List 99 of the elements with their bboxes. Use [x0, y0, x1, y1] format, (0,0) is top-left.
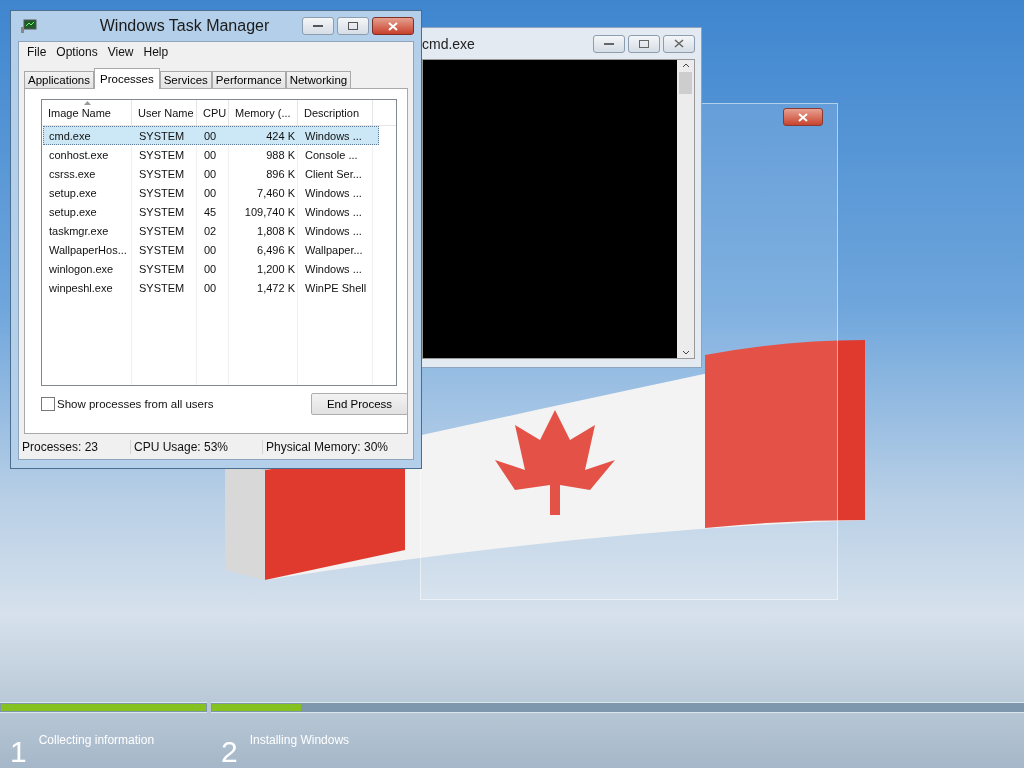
minimize-icon [313, 24, 323, 28]
table-cell-text: Wallpaper... [304, 243, 364, 256]
status-text: Physical Memory: 30% [265, 439, 390, 454]
checkbox[interactable] [41, 397, 55, 411]
table-cell-text: 00 [203, 148, 218, 161]
step-number: 2 [220, 734, 238, 767]
menu-item[interactable]: File [22, 45, 52, 59]
tab[interactable]: Services [159, 71, 212, 88]
table-cell-text: Windows ... [304, 129, 363, 142]
table-cell-text: 00 [203, 262, 218, 275]
close-button[interactable] [783, 108, 823, 126]
process-row[interactable]: csrss.exe SYSTEM 00 896 K Client Ser... [43, 164, 379, 183]
table-cell-text: 00 [203, 186, 218, 199]
step-label: Installing Windows [249, 733, 350, 747]
maximize-icon [639, 39, 649, 48]
table-cell-text: SYSTEM [138, 281, 186, 294]
step-label: Collecting information [38, 733, 155, 747]
table-cell-text: cmd.exe [48, 129, 92, 142]
process-row[interactable]: cmd.exe SYSTEM 00 424 K Windows ... [43, 126, 379, 145]
close-icon [798, 112, 808, 122]
maximize-icon [348, 22, 358, 30]
menu-item[interactable]: View [102, 45, 139, 59]
column-header[interactable]: Memory (... [229, 100, 298, 125]
table-cell-text: 00 [203, 281, 218, 294]
checkbox-label: Show processes from all users [57, 398, 214, 410]
table-cell-text: SYSTEM [138, 148, 186, 161]
column-header[interactable]: CPU [197, 100, 229, 125]
tab[interactable]: Performance [211, 71, 286, 88]
table-cell-text: 1,808 K [256, 224, 296, 237]
status-text: CPU Usage: 53% [131, 439, 263, 454]
close-icon [674, 39, 684, 48]
minimize-button[interactable] [302, 17, 334, 35]
table-cell-text: 45 [203, 205, 218, 218]
maximize-button[interactable] [628, 34, 660, 53]
table-cell-text: 988 K [265, 148, 296, 161]
close-button[interactable] [663, 34, 695, 53]
table-cell-text: winlogon.exe [48, 262, 115, 275]
table-cell-text: 424 K [265, 129, 296, 142]
table-cell-text: SYSTEM [138, 167, 186, 180]
menu-item[interactable]: Options [51, 45, 103, 59]
table-cell-text: Windows ... [304, 224, 363, 237]
table-cell-text: Windows ... [304, 205, 363, 218]
tab[interactable]: Processes [94, 68, 160, 89]
menu-item[interactable]: Help [138, 45, 174, 59]
table-cell-text: Windows ... [304, 262, 363, 275]
column-header[interactable]: Description [298, 100, 373, 125]
scrollbar[interactable] [677, 60, 694, 358]
process-row[interactable]: conhost.exe SYSTEM 00 988 K Console ... [43, 145, 379, 164]
table-cell-text: 7,460 K [256, 186, 296, 199]
table-cell-text: Client Ser... [304, 167, 363, 180]
table-cell-text: conhost.exe [48, 148, 110, 161]
table-cell-text: SYSTEM [138, 205, 186, 218]
table-cell-text: SYSTEM [138, 224, 186, 237]
table-cell-text: SYSTEM [138, 186, 186, 199]
table-cell-text: Console ... [304, 148, 359, 161]
scroll-up-icon [681, 63, 690, 68]
table-cell-text: SYSTEM [138, 129, 186, 142]
process-row[interactable]: setup.exe SYSTEM 00 7,460 K Windows ... [43, 183, 379, 202]
table-cell-text: WinPE Shell [304, 281, 368, 294]
table-cell-text: 00 [203, 243, 218, 256]
close-icon [388, 21, 398, 31]
sort-arrow-icon [83, 101, 91, 105]
table-cell-text: SYSTEM [138, 262, 186, 275]
end-process-button[interactable]: End Process [311, 393, 408, 415]
scroll-thumb[interactable] [679, 72, 692, 94]
process-row[interactable]: WallpaperHos... SYSTEM 00 6,496 K Wallpaper... [43, 240, 379, 259]
table-cell-text: 00 [203, 167, 218, 180]
monitor-icon [21, 19, 37, 33]
table-cell-text: 00 [203, 129, 218, 142]
process-row[interactable]: winlogon.exe SYSTEM 00 1,200 K Windows ... [43, 259, 379, 278]
table-cell-text: 6,496 K [256, 243, 296, 256]
tab[interactable]: Applications [24, 71, 94, 88]
table-cell-text: csrss.exe [48, 167, 97, 180]
column-header[interactable]: User Name [132, 100, 197, 125]
process-row[interactable]: taskmgr.exe SYSTEM 02 1,808 K Windows ... [43, 221, 379, 240]
table-cell-text: winpeshl.exe [48, 281, 114, 294]
scroll-down-icon [681, 350, 690, 355]
close-button[interactable] [372, 17, 414, 35]
step-number: 1 [9, 734, 27, 767]
table-cell-text: 896 K [265, 167, 296, 180]
status-text: Processes: 23 [19, 439, 131, 454]
table-cell-text: taskmgr.exe [48, 224, 110, 237]
table-cell-text: setup.exe [48, 186, 98, 199]
table-cell-text: Windows ... [304, 186, 363, 199]
window-title: Windows Task Manager [98, 17, 271, 35]
process-row[interactable]: setup.exe SYSTEM 45 109,740 K Windows ... [43, 202, 379, 221]
table-cell-text: SYSTEM [138, 243, 186, 256]
tab[interactable]: Networking [285, 71, 352, 88]
table-cell-text: WallpaperHos... [48, 243, 128, 256]
table-cell-text: 02 [203, 224, 218, 237]
table-cell-text: setup.exe [48, 205, 98, 218]
process-row[interactable]: winpeshl.exe SYSTEM 00 1,472 K WinPE Shell [43, 278, 379, 297]
table-cell-text: 1,472 K [256, 281, 296, 294]
column-header[interactable]: Image Name [42, 100, 132, 125]
window-title: cmd.exe [422, 35, 476, 52]
table-cell-text: 109,740 K [243, 205, 296, 218]
table-cell-text: 1,200 K [256, 262, 296, 275]
maximize-button[interactable] [337, 17, 369, 35]
minimize-button[interactable] [593, 34, 625, 53]
